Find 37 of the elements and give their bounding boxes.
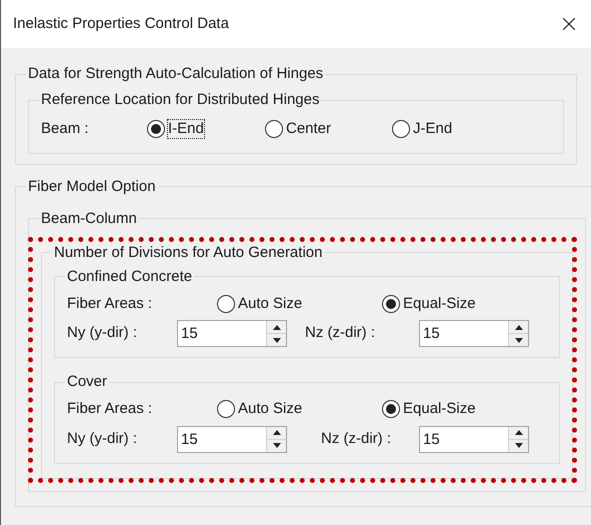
group-title: Fiber Model Option — [28, 178, 156, 194]
ny-label: Ny (y-dir) : — [67, 323, 138, 344]
radio-label: Auto Size — [238, 294, 302, 313]
group-title: Cover — [67, 373, 108, 390]
ny-label: Ny (y-dir) : — [67, 428, 138, 449]
group-title: Confined Concrete — [67, 268, 192, 284]
number-value: 15 — [180, 430, 199, 450]
fiber-areas-label: Fiber Areas : — [67, 399, 154, 419]
number-spinner[interactable]: 15 — [177, 320, 287, 347]
number-value: 15 — [422, 324, 441, 344]
nz-label: Nz (z-dir) : — [304, 323, 376, 344]
group-title: Reference Location for Distributed Hinges — [41, 91, 320, 108]
radio-label: J-End — [413, 120, 452, 138]
nz-label: Nz (z-dir) : — [320, 428, 392, 449]
radio-button[interactable] — [392, 120, 410, 138]
number-spinner[interactable]: 15 — [419, 320, 529, 347]
radio-button[interactable] — [217, 400, 235, 418]
group-title: Number of Divisions for Auto Generation — [54, 244, 322, 260]
radio-label: Equal-Size — [403, 294, 476, 313]
group-title: Beam-Column — [41, 210, 137, 226]
number-spinner[interactable]: 15 — [177, 426, 287, 452]
group-title: Data for Strength Auto-Calculation of Hinges — [28, 65, 324, 82]
radio-label: I-End — [168, 120, 204, 138]
radio-button[interactable] — [382, 294, 400, 313]
number-value: 15 — [180, 324, 199, 344]
radio-button[interactable] — [147, 120, 165, 138]
fiber-areas-label: Fiber Areas : — [67, 294, 154, 314]
beam-label: Beam : — [41, 119, 90, 139]
radio-label: Center — [286, 120, 332, 138]
radio-button[interactable] — [217, 294, 235, 313]
radio-button[interactable] — [265, 120, 283, 138]
number-spinner[interactable]: 15 — [419, 426, 529, 452]
radio-label: Equal-Size — [403, 400, 476, 418]
window-title: Inelastic Properties Control Data — [13, 14, 229, 34]
radio-label: Auto Size — [238, 400, 302, 418]
number-value: 15 — [422, 430, 441, 450]
radio-button[interactable] — [382, 400, 400, 418]
